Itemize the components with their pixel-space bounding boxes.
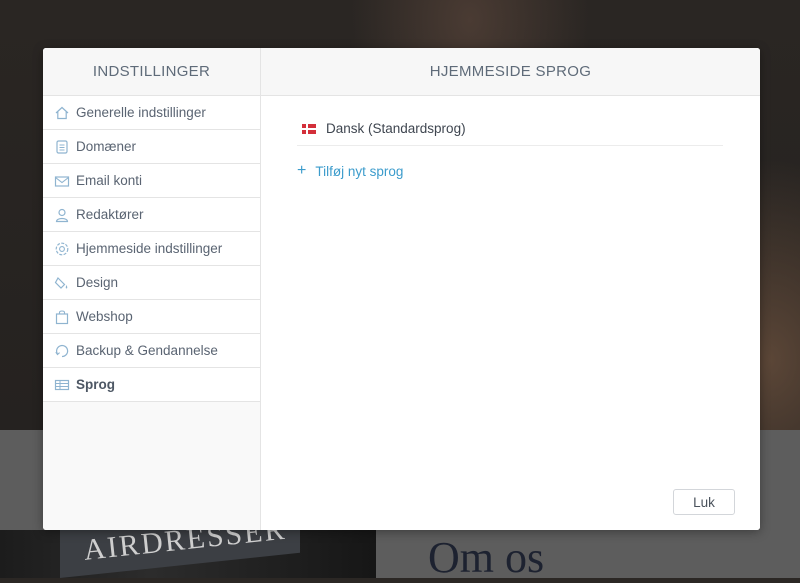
sidebar-item-design[interactable]: Design [43, 266, 260, 300]
sidebar-item-label: Email konti [76, 173, 143, 188]
plus-icon: + [297, 162, 307, 179]
sidebar-item-label: Domæner [76, 139, 137, 154]
sidebar-item-label: Generelle indstillinger [76, 105, 206, 120]
add-language-link[interactable]: + Tilføj nyt sprog [297, 161, 403, 181]
gear-icon [54, 241, 70, 257]
shopping-bag-icon [54, 309, 70, 325]
sidebar-item-label: Backup & Gendannelse [76, 343, 218, 358]
sidebar-item-webshop[interactable]: Webshop [43, 300, 260, 334]
denmark-flag-icon [302, 123, 316, 134]
close-button[interactable]: Luk [673, 489, 735, 515]
home-icon [54, 105, 70, 121]
language-label: Dansk (Standardsprog) [326, 121, 466, 136]
document-icon [54, 139, 70, 155]
add-language-label: Tilføj nyt sprog [315, 163, 404, 179]
panel-title: HJEMMESIDE SPROG [261, 48, 760, 96]
sidebar-item-website-settings[interactable]: Hjemmeside indstillinger [43, 232, 260, 266]
sidebar-item-general-settings[interactable]: Generelle indstillinger [43, 96, 260, 130]
sidebar-item-label: Webshop [76, 309, 133, 324]
background-photo: AIRDRESSER [0, 530, 376, 578]
sidebar-item-editors[interactable]: Redaktører [43, 198, 260, 232]
settings-sidebar: INDSTILLINGER Generelle indstillinger Do… [43, 48, 261, 530]
sidebar-item-email-accounts[interactable]: Email konti [43, 164, 260, 198]
sidebar-item-domains[interactable]: Domæner [43, 130, 260, 164]
sidebar-item-label: Design [76, 275, 119, 290]
sidebar-item-label: Hjemmeside indstillinger [76, 241, 223, 256]
restore-icon [54, 343, 70, 359]
user-icon [54, 207, 70, 223]
settings-main-panel: HJEMMESIDE SPROG Dansk (Standardsprog) +… [261, 48, 760, 530]
settings-modal: INDSTILLINGER Generelle indstillinger Do… [43, 48, 760, 530]
sidebar-item-backup[interactable]: Backup & Gendannelse [43, 334, 260, 368]
language-list-item[interactable]: Dansk (Standardsprog) [297, 112, 723, 146]
sidebar-item-label: Sprog [76, 377, 115, 392]
envelope-icon [54, 173, 70, 189]
language-icon [54, 377, 70, 393]
sidebar-item-language[interactable]: Sprog [43, 368, 260, 402]
sidebar-title: INDSTILLINGER [43, 48, 260, 96]
background-heading: Om os [428, 533, 545, 582]
sidebar-item-label: Redaktører [76, 207, 144, 222]
paint-bucket-icon [54, 275, 70, 291]
